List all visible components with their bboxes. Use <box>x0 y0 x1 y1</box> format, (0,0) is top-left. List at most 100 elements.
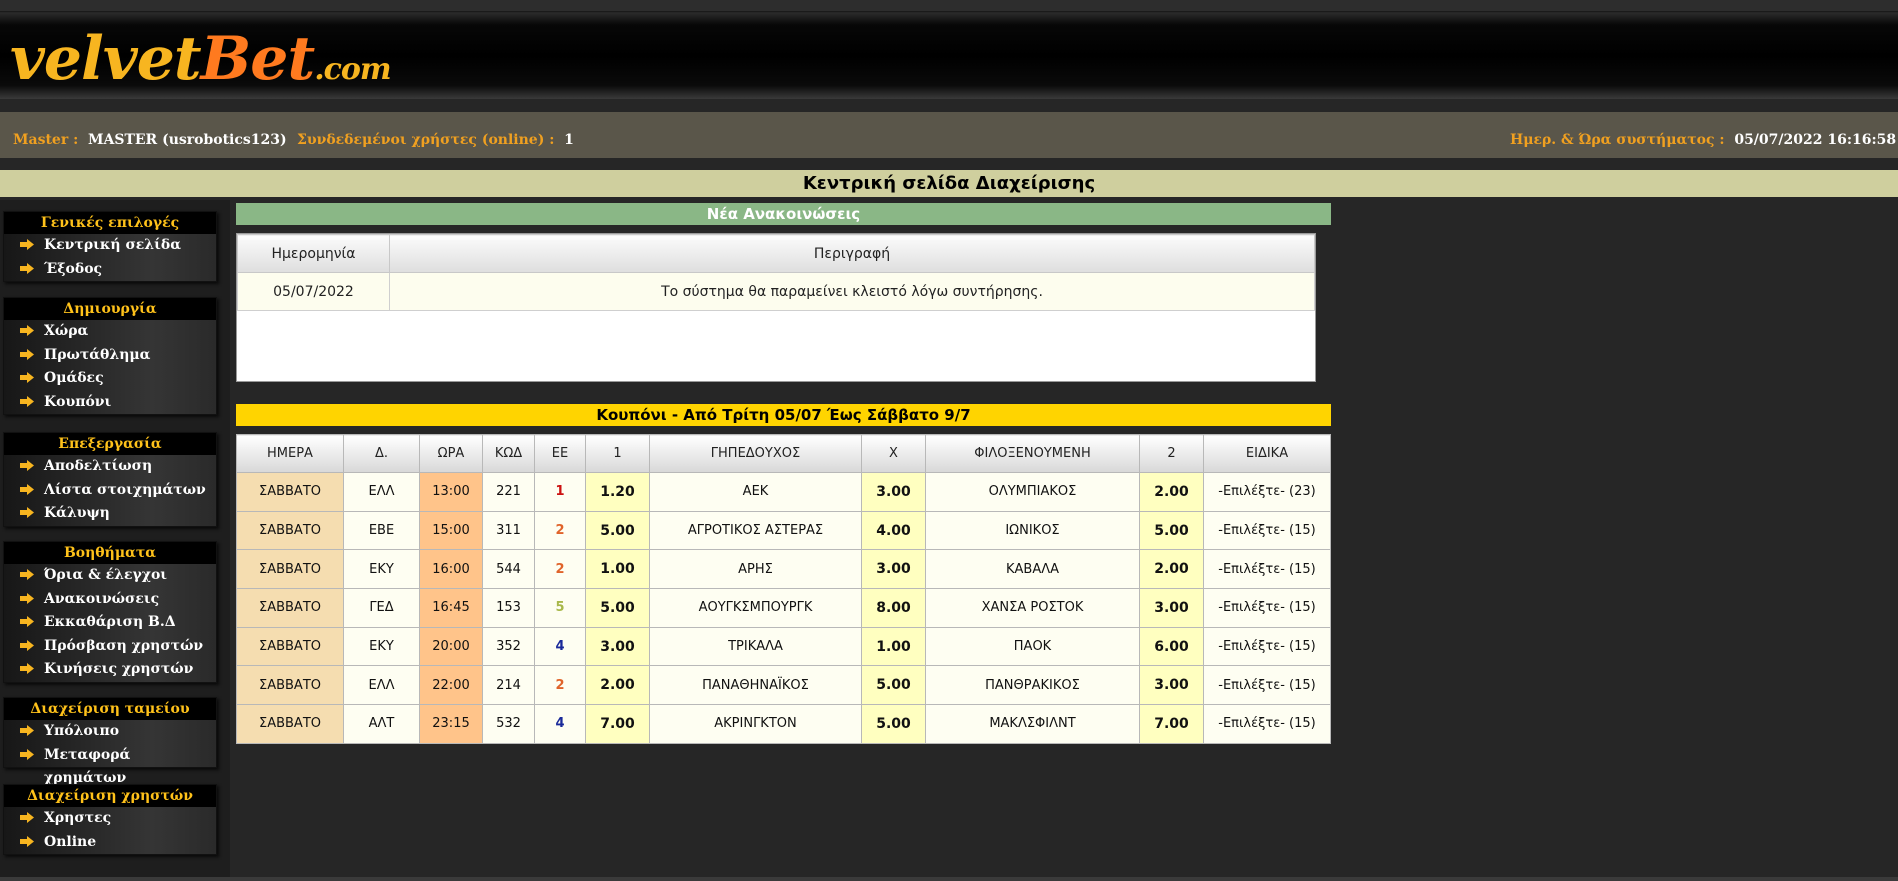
odd-1[interactable]: 5.00 <box>585 588 650 628</box>
menu-item-label: Online <box>44 833 97 850</box>
away-team: ΜΑΚΛΣΦΙΛΝΤ <box>925 704 1140 744</box>
menu-item-balance[interactable]: Υπόλοιπο <box>4 720 216 744</box>
match-championship: ΓΕΔ <box>343 588 420 628</box>
specials-select[interactable]: -Επιλέξτε- (15) <box>1203 665 1331 706</box>
page-title: Κεντρική σελίδα Διαχείρισης <box>0 170 1898 197</box>
odd-2[interactable]: 7.00 <box>1139 704 1204 744</box>
match-time: 16:00 <box>419 549 483 590</box>
specials-select[interactable]: -Επιλέξτε- (23) <box>1203 472 1331 512</box>
odd-1[interactable]: 5.00 <box>585 510 650 551</box>
specials-select[interactable]: -Επιλέξτε- (15) <box>1203 510 1331 551</box>
odd-2[interactable]: 3.00 <box>1139 588 1204 628</box>
odd-1[interactable]: 7.00 <box>585 704 650 744</box>
match-championship: ΕΛΛ <box>343 472 420 512</box>
announcements-title: Νέα Ανακοινώσεις <box>236 203 1331 225</box>
menu-item-league[interactable]: Πρωτάθλημα <box>4 344 216 368</box>
odd-2[interactable]: 6.00 <box>1139 626 1204 667</box>
specials-select[interactable]: -Επιλέξτε- (15) <box>1203 626 1331 667</box>
coupon-row: ΣΑΒΒΑΤΟ ΕΚΥ 16:00 544 2 1.00 ΑΡΗΣ 3.00 ΚΑΒΑΛΑ 2.0… <box>236 549 1331 590</box>
menu-item-user-moves[interactable]: Κινήσεις χρηστών <box>4 658 216 682</box>
menu-item-users[interactable]: Χρηστες <box>4 807 216 831</box>
menu-item-label: Μεταφορά χρημάτων <box>44 746 131 786</box>
master-label: Master : <box>13 132 79 148</box>
col-home: ΓΗΠΕΔΟΥΧΟΣ <box>649 434 862 473</box>
menu-item-results[interactable]: Αποδελτίωση <box>4 455 216 479</box>
logo[interactable]: velvetBet.com <box>10 29 392 89</box>
menu-item-user-access[interactable]: Πρόσβαση χρηστών <box>4 635 216 659</box>
match-code: 532 <box>482 704 535 744</box>
match-ee: 1 <box>534 472 586 512</box>
odd-x[interactable]: 5.00 <box>861 665 926 706</box>
menu-users-title: Διαχείριση χρηστών <box>4 785 216 807</box>
menu-item-label: Χώρα <box>44 323 89 339</box>
menu-edit-title: Επεξεργασία <box>4 433 216 455</box>
match-code: 221 <box>482 472 535 512</box>
away-team: ΙΩΝΙΚΟΣ <box>925 510 1140 551</box>
match-ee: 5 <box>534 588 586 628</box>
specials-select[interactable]: -Επιλέξτε- (15) <box>1203 588 1331 628</box>
match-ee: 2 <box>534 549 586 590</box>
match-day: ΣΑΒΒΑΤΟ <box>236 626 344 667</box>
match-time: 13:00 <box>419 472 483 512</box>
online-label: Συνδεδεμένοι χρήστες (online) : <box>297 132 555 148</box>
home-team: ΑΡΗΣ <box>649 549 862 590</box>
menu-item-coverage[interactable]: Κάλυψη <box>4 502 216 526</box>
coupon-row: ΣΑΒΒΑΤΟ ΑΛΤ 23:15 532 4 7.00 ΑΚΡΙΝΓΚΤΟΝ 5.00 ΜΑΚ… <box>236 704 1331 744</box>
menu-item-label: Πρωτάθλημα <box>44 346 151 363</box>
menu-item-limits[interactable]: Όρια & έλεγχοι <box>4 564 216 588</box>
menu-item-label: Υπόλοιπο <box>44 723 120 739</box>
menu-item-label: Όρια & έλεγχοι <box>44 567 168 583</box>
home-team: ΠΑΝΑΘΗΝΑΪΚΟΣ <box>649 665 862 706</box>
menu-item-transfer[interactable]: Μεταφορά χρημάτων <box>4 744 216 786</box>
odd-2[interactable]: 2.00 <box>1139 472 1204 512</box>
odd-x[interactable]: 8.00 <box>861 588 926 628</box>
match-code: 352 <box>482 626 535 667</box>
odd-2[interactable]: 5.00 <box>1139 510 1204 551</box>
menu-item-country[interactable]: Χώρα <box>4 320 216 344</box>
menu-item-home[interactable]: Κεντρική σελίδα <box>4 234 216 258</box>
menu-item-coupon[interactable]: Κουπόνι <box>4 391 216 415</box>
menu-item-logout[interactable]: Έξοδος <box>4 258 216 282</box>
arrow-bullet-icon <box>20 835 34 847</box>
away-team: ΚΑΒΑΛΑ <box>925 549 1140 590</box>
odd-1[interactable]: 3.00 <box>585 626 650 667</box>
odd-x[interactable]: 5.00 <box>861 704 926 744</box>
specials-select[interactable]: -Επιλέξτε- (15) <box>1203 549 1331 590</box>
coupon-row: ΣΑΒΒΑΤΟ ΕΒΕ 15:00 311 2 5.00 ΑΓΡΟΤΙΚΟΣ ΑΣΤΕΡΑΣ… <box>236 510 1331 551</box>
announcements-panel: Ημερομηνία Περιγραφή 05/07/2022 Το σύστη… <box>236 233 1316 382</box>
coupon-table: ΗΜΕΡΑ Δ. ΩΡΑ ΚΩΔ ΕΕ 1 ΓΗΠΕΔΟΥΧΟΣ Χ ΦΙΛΟΞ… <box>236 434 1331 744</box>
col-odd-2: 2 <box>1139 434 1204 473</box>
coupon-row: ΣΑΒΒΑΤΟ ΕΛΛ 22:00 214 2 2.00 ΠΑΝΑΘΗΝΑΪΚΟΣ 5.00 Π… <box>236 665 1331 706</box>
match-time: 23:15 <box>419 704 483 744</box>
odd-1[interactable]: 1.00 <box>585 549 650 590</box>
odd-x[interactable]: 1.00 <box>861 626 926 667</box>
menu-item-teams[interactable]: Ομάδες <box>4 367 216 391</box>
match-day: ΣΑΒΒΑΤΟ <box>236 704 344 744</box>
menu-general: Γενικές επιλογές Κεντρική σελίδα Έξοδος <box>3 211 217 282</box>
menu-item-db-cleanup[interactable]: Εκκαθάριση Β.Δ <box>4 611 216 635</box>
menu-item-bet-list[interactable]: Λίστα στοιχημάτων <box>4 479 216 503</box>
odd-1[interactable]: 2.00 <box>585 665 650 706</box>
odd-1[interactable]: 1.20 <box>585 472 650 512</box>
odd-x[interactable]: 3.00 <box>861 549 926 590</box>
col-specials: ΕΙΔΙΚΑ <box>1203 434 1331 473</box>
match-time: 15:00 <box>419 510 483 551</box>
menu-item-online[interactable]: Online <box>4 831 216 855</box>
home-team: ΑΓΡΟΤΙΚΟΣ ΑΣΤΕΡΑΣ <box>649 510 862 551</box>
coupon-row: ΣΑΒΒΑΤΟ ΕΚΥ 20:00 352 4 3.00 ΤΡΙΚΑΛΑ 1.00 ΠΑΟΚ 6.… <box>236 626 1331 667</box>
menu-item-announcements[interactable]: Ανακοινώσεις <box>4 588 216 612</box>
col-code: ΚΩΔ <box>482 434 535 473</box>
col-championship: Δ. <box>343 434 420 473</box>
match-day: ΣΑΒΒΑΤΟ <box>236 472 344 512</box>
away-team: ΠΑΝΘΡΑΚΙΚΟΣ <box>925 665 1140 706</box>
match-code: 544 <box>482 549 535 590</box>
match-championship: ΕΚΥ <box>343 626 420 667</box>
datetime-info: Ημερ. & Ώρα συστήματος : 05/07/2022 16:1… <box>1510 132 1896 148</box>
odd-2[interactable]: 2.00 <box>1139 549 1204 590</box>
specials-select[interactable]: -Επιλέξτε- (15) <box>1203 704 1331 744</box>
odd-x[interactable]: 3.00 <box>861 472 926 512</box>
arrow-bullet-icon <box>20 395 34 407</box>
menu-item-label: Εκκαθάριση Β.Δ <box>44 614 176 630</box>
odd-2[interactable]: 3.00 <box>1139 665 1204 706</box>
odd-x[interactable]: 4.00 <box>861 510 926 551</box>
